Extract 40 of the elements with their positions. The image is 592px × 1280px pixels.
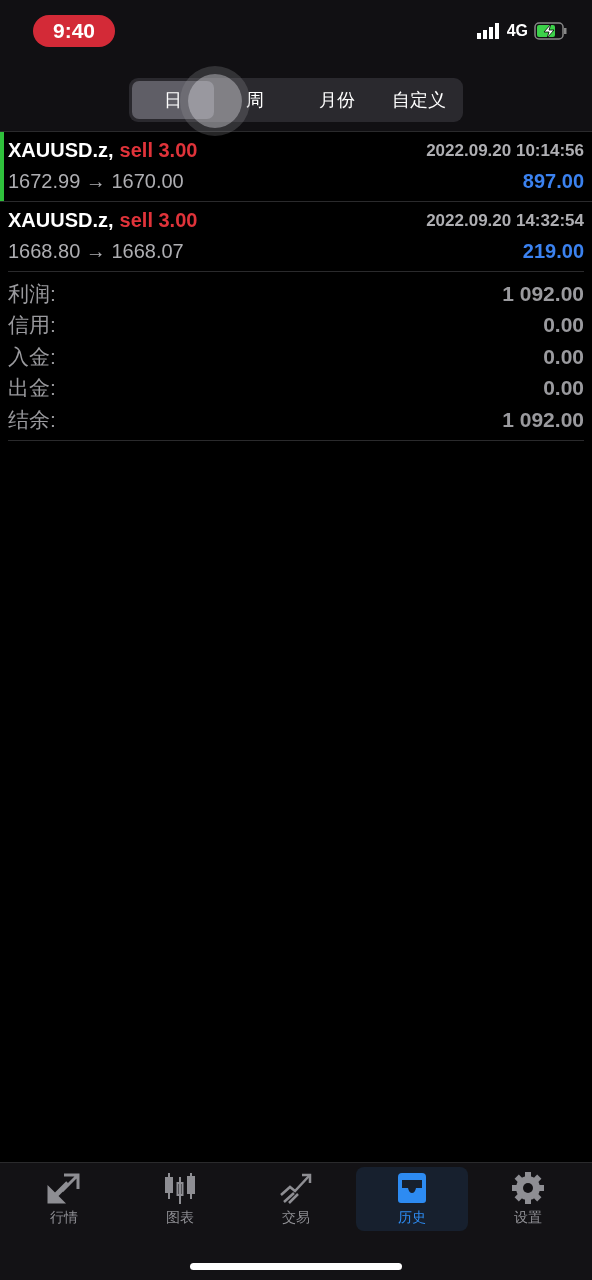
summary-label: 出金:: [8, 375, 56, 402]
trade-prices: 1668.80 → 1668.07: [8, 240, 184, 263]
summary-label: 利润:: [8, 280, 56, 307]
summary-value: 0.00: [543, 376, 584, 401]
period-tab[interactable]: 自定义: [378, 81, 460, 119]
battery-charging-icon: [534, 22, 568, 40]
period-tab[interactable]: 月份: [296, 81, 378, 119]
tab-bar-item[interactable]: 交易: [240, 1167, 352, 1231]
trade-side: sell 3.00: [119, 209, 198, 231]
summary-label: 结余:: [8, 406, 56, 433]
trade-symbol: XAUUSD.z,: [8, 139, 114, 161]
summary-value: 0.00: [543, 313, 584, 338]
period-tab[interactable]: 日: [132, 81, 214, 119]
period-tab[interactable]: 周: [214, 81, 296, 119]
candlestick-icon: [162, 1171, 198, 1205]
trade-symbol: XAUUSD.z,: [8, 209, 114, 231]
arrows-icon: [46, 1171, 82, 1205]
signal-icon: [476, 23, 501, 39]
trade-row[interactable]: XAUUSD.z, sell 3.00 2022.09.20 14:32:54 1668.80 → 1668.07 219.00: [0, 201, 592, 271]
settings-icon: [510, 1171, 546, 1205]
summary-value: 0.00: [543, 344, 584, 369]
touch-indicator: [188, 74, 242, 128]
tab-bar-item[interactable]: 设置: [472, 1167, 584, 1231]
summary-label: 入金:: [8, 343, 56, 370]
summary-value: 1 092.00: [502, 281, 584, 306]
trade-side: sell 3.00: [119, 139, 198, 161]
trend-arrow-icon: [278, 1171, 314, 1205]
trade-time: 2022.09.20 14:32:54: [426, 210, 584, 231]
status-time: 9:40: [33, 15, 116, 47]
trade-time: 2022.09.20 10:14:56: [426, 140, 584, 161]
trade-profit: 897.00: [522, 170, 584, 193]
trade-profit: 219.00: [522, 240, 584, 263]
tab-bar-item[interactable]: 历史: [356, 1167, 468, 1231]
trade-prices: 1672.99 → 1670.00: [8, 170, 184, 193]
tab-bar-item[interactable]: 图表: [124, 1167, 236, 1231]
summary-label: 信用:: [8, 312, 56, 339]
summary-value: 1 092.00: [502, 407, 584, 432]
network-type: 4G: [506, 22, 528, 40]
tab-bar-item[interactable]: 行情: [8, 1167, 120, 1231]
trade-row[interactable]: XAUUSD.z, sell 3.00 2022.09.20 10:14:56 1672.99 → 1670.00 897.00: [0, 131, 592, 201]
